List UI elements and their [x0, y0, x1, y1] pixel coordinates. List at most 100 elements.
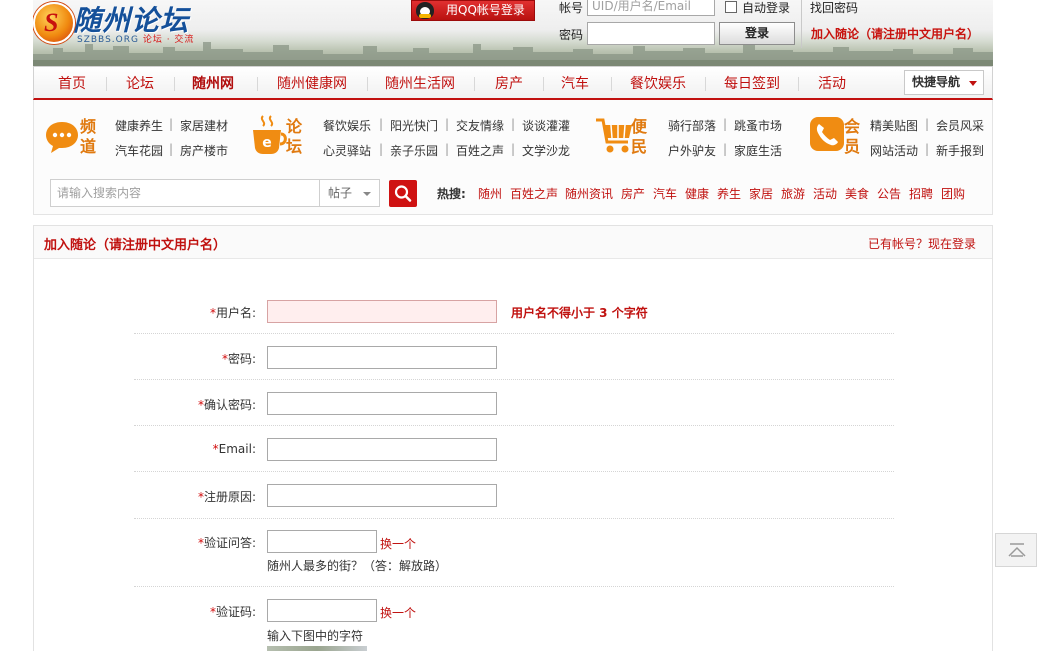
password-input[interactable]	[587, 22, 715, 45]
register-form-card: 加入随论（请注册中文用户名） 已有帐号？现在登录 *用户名: 用户名不得小于 3…	[33, 225, 993, 651]
nav-separator	[174, 77, 175, 91]
category-link[interactable]: 健康养生	[115, 117, 163, 134]
nav-activity[interactable]: 活动	[818, 73, 846, 93]
hot-search-link[interactable]: 团购	[941, 185, 965, 202]
auto-login-label: 自动登录	[742, 1, 791, 15]
nav-food[interactable]: 餐饮娱乐	[630, 73, 686, 93]
category-link[interactable]: 骑行部落	[668, 117, 716, 134]
captcha-image[interactable]	[267, 646, 367, 651]
username-error: 用户名不得小于 3 个字符	[511, 306, 648, 320]
category-link[interactable]: 房产楼市	[180, 142, 228, 159]
category-link[interactable]: 心灵驿站	[323, 142, 371, 159]
hot-search-link[interactable]: 家居	[749, 185, 773, 202]
swap-captcha-link[interactable]: 换一个	[380, 604, 416, 621]
email-field[interactable]	[267, 438, 497, 461]
question-text: 随州人最多的街？（答：解放路）	[267, 559, 448, 573]
category-link[interactable]: 餐饮娱乐	[323, 117, 371, 134]
quick-nav-label: 快捷导航	[912, 75, 961, 89]
nav-car[interactable]: 汽车	[561, 73, 589, 93]
search-type-value: 帖子	[328, 186, 353, 200]
search-icon	[394, 185, 412, 202]
hot-search-link[interactable]: 活动	[813, 185, 837, 202]
username-input[interactable]	[267, 300, 497, 323]
row-divider	[134, 333, 894, 334]
category-link[interactable]: 户外驴友	[668, 142, 716, 159]
category-link[interactable]: 跳蚤市场	[734, 117, 782, 134]
hot-search-link[interactable]: 美食	[845, 185, 869, 202]
category-link[interactable]: 汽车花园	[115, 142, 163, 159]
shopping-cart-icon	[596, 118, 632, 153]
nav-health[interactable]: 随州健康网	[277, 73, 347, 93]
hot-search-link[interactable]: 随州资讯	[565, 185, 613, 202]
username-label: *用户名:	[209, 306, 256, 320]
hot-search-link[interactable]: 汽车	[653, 185, 677, 202]
category-link[interactable]: 网站活动	[870, 142, 918, 159]
forgot-password-link[interactable]: 找回密码	[810, 0, 858, 16]
search-button[interactable]	[389, 180, 417, 207]
hot-search-link[interactable]: 旅游	[781, 185, 805, 202]
account-label: 帐号	[559, 1, 584, 15]
search-input[interactable]	[51, 180, 319, 206]
link-divider: |	[511, 142, 516, 156]
nav-separator	[257, 77, 258, 91]
site-logo[interactable]: S 随州论坛 SZBBS.ORG 论坛 · 交流	[33, 2, 208, 46]
search-type-select[interactable]: 帖子	[320, 179, 380, 207]
hot-search-link[interactable]: 随州	[478, 185, 502, 202]
login-now-link[interactable]: 已有帐号？现在登录	[868, 235, 976, 252]
password-field-label: *密码:	[221, 352, 256, 366]
link-divider: |	[723, 142, 728, 156]
nav-separator	[474, 77, 475, 91]
email-label: *Email:	[212, 442, 256, 456]
account-input[interactable]	[587, 0, 715, 16]
link-divider: |	[511, 117, 516, 131]
category-link[interactable]: 阳光快门	[390, 117, 438, 134]
swap-question-link[interactable]: 换一个	[380, 535, 416, 552]
category-link[interactable]: 谈谈灌灌	[522, 117, 570, 134]
chat-bubble-icon	[46, 122, 78, 153]
nav-life[interactable]: 随州生活网	[385, 73, 455, 93]
nav-suizhou-net[interactable]: 随州网	[192, 73, 234, 93]
nav-home[interactable]: 首页	[58, 73, 86, 93]
category-link[interactable]: 亲子乐园	[390, 142, 438, 159]
category-link[interactable]: 交友情缘	[456, 117, 504, 134]
hot-search-link[interactable]: 招聘	[909, 185, 933, 202]
category-link[interactable]: 百姓之声	[456, 142, 504, 159]
nav-forum[interactable]: 论坛	[126, 73, 154, 93]
reason-field[interactable]	[267, 484, 497, 507]
category-link[interactable]: 文学沙龙	[522, 142, 570, 159]
qq-login-label: 用QQ帐号登录	[446, 3, 525, 17]
hot-search-link[interactable]: 健康	[685, 185, 709, 202]
category-link[interactable]: 家居建材	[180, 117, 228, 134]
category-link[interactable]: 会员风采	[936, 117, 984, 134]
captcha-field[interactable]	[267, 599, 377, 622]
confirm-password-label: *确认密码:	[197, 398, 256, 412]
register-link[interactable]: 加入随论（请注册中文用户名）	[811, 25, 979, 42]
link-divider: |	[379, 142, 384, 156]
category-panel: 频道 健康养生 | 家居建材 汽车花园 | 房产楼市 e 论坛 餐饮娱乐 | 阳…	[33, 100, 993, 215]
question-answer-field[interactable]	[267, 530, 377, 553]
nav-house[interactable]: 房产	[495, 73, 523, 93]
quick-nav-dropdown[interactable]: 快捷导航	[904, 70, 984, 95]
category-link[interactable]: 家庭生活	[734, 142, 782, 159]
nav-separator	[611, 77, 612, 91]
login-button[interactable]: 登录	[719, 22, 795, 45]
qq-login-button[interactable]: 用QQ帐号登录	[411, 0, 535, 21]
password-field[interactable]	[267, 346, 497, 369]
password-label: 密码	[559, 28, 584, 42]
hot-search-link[interactable]: 百姓之声	[510, 185, 558, 202]
hot-search-link[interactable]: 房产	[621, 185, 645, 202]
logo-subtitle: SZBBS.ORG 论坛 · 交流	[77, 32, 194, 45]
auto-login-checkbox[interactable]	[725, 1, 737, 13]
category-link[interactable]: 精美贴图	[870, 117, 918, 134]
hot-search-link[interactable]: 公告	[877, 185, 901, 202]
back-to-top-button[interactable]	[995, 533, 1037, 567]
nav-checkin[interactable]: 每日签到	[724, 73, 780, 93]
captcha-hint: 输入下图中的字符	[267, 629, 364, 643]
header-divider	[801, 0, 802, 48]
confirm-password-field[interactable]	[267, 392, 497, 415]
hot-search-link[interactable]: 养生	[717, 185, 741, 202]
chevron-down-icon	[969, 81, 977, 86]
link-divider: |	[445, 142, 450, 156]
category-title-forum: 论坛	[286, 117, 303, 156]
category-link[interactable]: 新手报到	[936, 142, 984, 159]
